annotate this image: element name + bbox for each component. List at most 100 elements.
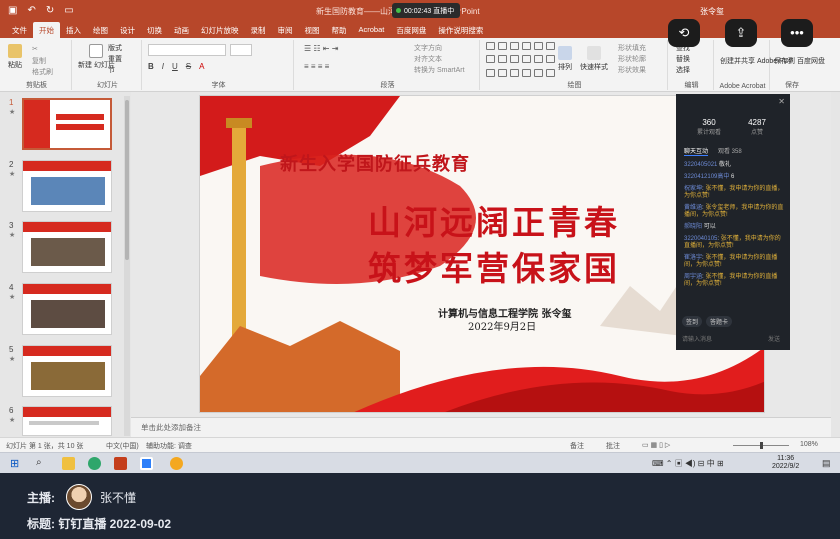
view-buttons[interactable]: ▭ ▦ ▯ ▷ [642, 441, 670, 449]
paste-button[interactable]: 粘贴 [8, 44, 22, 70]
slide-thumbnail-4[interactable] [22, 283, 112, 335]
slide-thumbnail-5[interactable] [22, 345, 112, 397]
layout-button[interactable]: 版式 [108, 43, 122, 53]
avatar[interactable] [66, 484, 92, 510]
tab-home[interactable]: 开始 [33, 22, 60, 39]
reset-button[interactable]: 重置 [108, 54, 122, 64]
accessibility-indicator[interactable]: 辅助功能: 调查 [146, 441, 192, 451]
live-title: 标题: 钉钉直播 2022-09-02 [27, 517, 172, 531]
tab-baidu[interactable]: 百度网盘 [390, 22, 432, 39]
zoom-level[interactable]: 108% [800, 441, 818, 448]
underline-button[interactable]: U [172, 62, 178, 71]
likes-count: 4287 [748, 118, 766, 127]
taskbar-clock[interactable]: 11:36 2022/9/2 [772, 455, 799, 471]
slide-thumbnails-pane: 1 ★ 2 ★ 3 ★ 4 ★ 5 ★ 6 ★ [0, 92, 130, 437]
list-buttons[interactable]: ☰ ☷ ⇤ ⇥ [304, 44, 338, 53]
redo-icon[interactable]: ↻ [46, 5, 54, 16]
camera-switch-icon[interactable]: ⟲ [668, 19, 700, 47]
tab-transitions[interactable]: 切换 [141, 22, 168, 39]
app-taskbar-icon[interactable] [170, 457, 183, 470]
likes-label: 点赞 [750, 130, 763, 136]
tab-view[interactable]: 视图 [299, 22, 326, 39]
shape-outline-button[interactable]: 形状轮廓 [618, 54, 646, 64]
font-family-select[interactable] [148, 44, 226, 56]
tab-insert[interactable]: 插入 [60, 22, 87, 39]
slide-thumbnail-3[interactable] [22, 221, 112, 273]
font-size-select[interactable] [230, 44, 252, 56]
tab-draw[interactable]: 绘图 [87, 22, 114, 39]
tab-animations[interactable]: 动画 [168, 22, 195, 39]
tab-file[interactable]: 文件 [6, 22, 33, 39]
arrange-button[interactable]: 排列 [558, 46, 572, 72]
align-text-button[interactable]: 对齐文本 [414, 54, 442, 64]
cut-button[interactable]: ✂ [32, 45, 38, 53]
dingtalk-taskbar-icon[interactable] [140, 457, 153, 470]
undo-icon[interactable]: ↶ [27, 5, 35, 16]
copy-button[interactable]: 复制 [32, 56, 46, 66]
shape-effects-button[interactable]: 形状效果 [618, 65, 646, 75]
slide-thumbnail-1[interactable] [22, 98, 112, 150]
likes-stat: 4287 点赞 [732, 118, 782, 136]
notes-pane[interactable]: 单击此处添加备注 [131, 417, 831, 437]
align-buttons[interactable]: ≡ ≡ ≡ ≡ [304, 62, 329, 71]
smartart-button[interactable]: 转换为 SmartArt [414, 65, 465, 75]
save-baidu-button[interactable]: 保存到 百度网盘 [774, 56, 825, 66]
viewers-label: 累计观看 [696, 130, 721, 136]
present-icon[interactable]: ▭ [64, 5, 73, 16]
tab-design[interactable]: 设计 [114, 22, 141, 39]
format-painter-button[interactable]: 格式刷 [32, 67, 53, 77]
thumb-number: 5 [9, 345, 14, 354]
file-explorer-icon[interactable] [62, 457, 75, 470]
share-icon[interactable]: ⇪ [725, 19, 757, 47]
tell-me-search[interactable]: 操作说明搜索 [432, 22, 489, 39]
tab-slideshow[interactable]: 幻灯片放映 [195, 22, 245, 39]
tab-viewers[interactable]: 观看 358 [718, 146, 742, 156]
tab-acrobat[interactable]: Acrobat [353, 22, 391, 39]
chat-input[interactable]: 请输入消息 发送 [682, 334, 784, 343]
quick-styles-button[interactable]: 快速样式 [580, 46, 608, 72]
tab-help[interactable]: 帮助 [326, 22, 353, 39]
tray-icons[interactable]: ⌨ ⌃ ▣ ◀) ⊟ 中 ⊞ [652, 458, 724, 469]
replace-button[interactable]: 替换 [676, 54, 690, 64]
strikethrough-button[interactable]: S [186, 62, 191, 71]
search-icon[interactable]: ⌕ [36, 457, 49, 470]
sign-in-chip[interactable]: 签到 [682, 316, 703, 327]
notification-icon[interactable]: ▤ [822, 458, 831, 469]
thumb-star: ★ [9, 356, 16, 363]
language-indicator[interactable]: 中文(中国) [106, 441, 139, 451]
save-icon[interactable]: ▣ [8, 5, 17, 16]
shapes-gallery[interactable] [486, 42, 555, 80]
edge-icon[interactable] [88, 457, 101, 470]
answer-card-chip[interactable]: 答题卡 [706, 316, 733, 327]
text-direction-button[interactable]: 文字方向 [414, 43, 442, 53]
account-name[interactable]: 张令玺 [700, 6, 724, 17]
chat-message: 郝晓阳 可以 [684, 224, 716, 230]
tab-review[interactable]: 审阅 [272, 22, 299, 39]
shape-fill-button[interactable]: 形状填充 [618, 43, 646, 53]
comments-toggle[interactable]: 批注 [606, 441, 620, 451]
select-button[interactable]: 选择 [676, 65, 690, 75]
italic-button[interactable]: I [162, 62, 164, 71]
bold-button[interactable]: B [148, 62, 154, 71]
tab-record[interactable]: 录制 [245, 22, 272, 39]
notes-toggle[interactable]: 备注 [570, 441, 584, 451]
font-group-label: 字体 [211, 82, 226, 89]
windows-start-icon[interactable]: ⊞ [10, 457, 23, 470]
slide-thumbnail-2[interactable] [22, 160, 112, 212]
host-name[interactable]: 张不懂 [100, 489, 136, 506]
zoom-slider-handle[interactable] [760, 442, 763, 449]
thumb-star: ★ [9, 417, 16, 424]
chat-message: 3220040105: 张不懂，我申请为你的直播间，为你点赞! [684, 236, 781, 249]
more-icon[interactable]: ••• [781, 19, 813, 47]
tab-chat[interactable]: 聊天互动 [684, 146, 709, 156]
section-button[interactable]: 节 [108, 65, 115, 75]
chat-message: 3220412109高中 6 [684, 174, 735, 180]
panel-chips: 签到 答题卡 [682, 316, 733, 327]
thumbnail-scrollbar[interactable] [124, 96, 130, 436]
send-button[interactable]: 发送 [768, 334, 780, 343]
close-icon[interactable]: ✕ [778, 97, 785, 106]
powerpoint-taskbar-icon[interactable] [114, 457, 127, 470]
font-color-button[interactable]: A [199, 62, 204, 71]
slide-thumbnail-6[interactable] [22, 406, 112, 436]
live-info-bar: 主播: 张不懂 标题: 钉钉直播 2022-09-02 [0, 473, 840, 539]
